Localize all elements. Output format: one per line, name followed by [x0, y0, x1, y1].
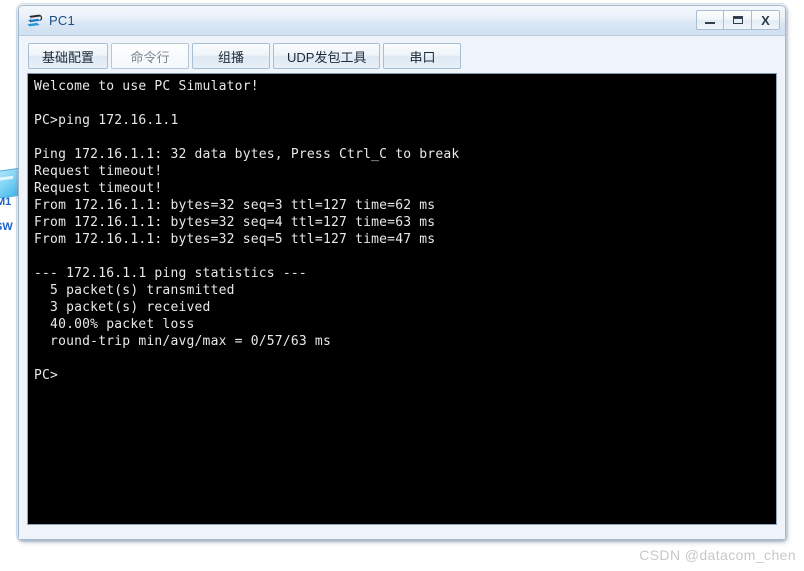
title-bar[interactable]: PC1 X [19, 6, 785, 36]
close-button[interactable]: X [752, 10, 780, 30]
tab-multicast[interactable]: 组播 [192, 43, 271, 69]
minimize-button[interactable] [696, 10, 724, 30]
topology-label-sw: SW [0, 221, 13, 233]
topology-label-sw1: M1 [0, 196, 12, 208]
maximize-icon [732, 16, 743, 24]
window-controls: X [696, 10, 780, 30]
pc-simulator-icon [26, 13, 44, 29]
close-icon: X [761, 12, 770, 28]
minimize-icon [705, 22, 715, 24]
watermark: CSDN @datacom_chen [639, 547, 796, 563]
tab-serial-port[interactable]: 串口 [383, 43, 462, 69]
pc1-window: PC1 X 基础配置 命令行 组播 UDP发包工具 串口 Welcome to … [16, 3, 788, 542]
tab-udp-packet-tool[interactable]: UDP发包工具 [273, 43, 381, 69]
terminal-console[interactable]: Welcome to use PC Simulator! PC>ping 172… [27, 73, 777, 525]
tab-command-line[interactable]: 命令行 [111, 43, 190, 69]
tab-basic-config[interactable]: 基础配置 [28, 43, 109, 69]
window-body: 基础配置 命令行 组播 UDP发包工具 串口 Welcome to use PC… [19, 36, 785, 539]
terminal-output: Welcome to use PC Simulator! PC>ping 172… [34, 79, 460, 383]
tab-bar: 基础配置 命令行 组播 UDP发包工具 串口 [28, 43, 777, 69]
window-title: PC1 [49, 13, 75, 28]
maximize-button[interactable] [724, 10, 752, 30]
